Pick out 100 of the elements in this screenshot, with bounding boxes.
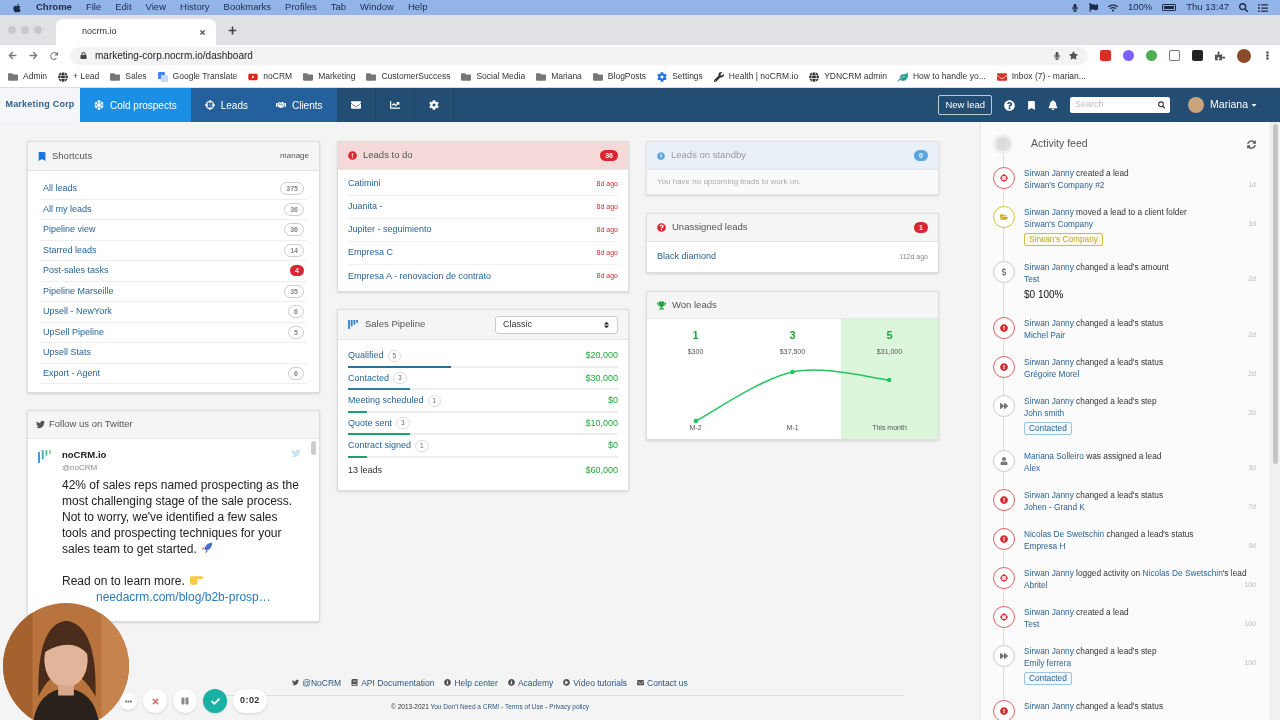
account-name[interactable]: noCRM.io <box>62 448 107 463</box>
pause-button[interactable] <box>173 689 197 713</box>
account-handle[interactable]: @noCRM <box>62 462 98 475</box>
view-select[interactable]: Classic <box>495 315 618 334</box>
user-link[interactable]: Sirwan Janny <box>1024 396 1074 406</box>
shortcut-link[interactable]: All leads <box>43 182 78 196</box>
user-link[interactable]: Mariana Solleiro <box>1024 451 1084 461</box>
nav-tab[interactable]: Leads <box>190 88 262 122</box>
lead-link[interactable]: Empresa H <box>1024 540 1066 552</box>
bookmark[interactable]: CustomerSuccess <box>366 70 451 83</box>
lead-link[interactable]: Empresa A - renovacion de contrato <box>348 269 492 284</box>
lead-link[interactable]: Abritel <box>1024 579 1048 591</box>
lead-link[interactable]: Michel Pair <box>1024 329 1066 341</box>
menu-item[interactable]: History <box>180 0 210 15</box>
menu-item[interactable]: View <box>145 0 166 15</box>
search-field[interactable]: Search <box>1075 98 1158 112</box>
address-bar[interactable]: marketing-corp.nocrm.io/dashboard <box>70 46 1088 65</box>
footer-link[interactable]: @NoCRM <box>292 676 342 690</box>
menu-item[interactable]: Chrome <box>36 0 72 15</box>
user-avatar[interactable] <box>1188 97 1205 113</box>
bookmark[interactable]: Admin <box>8 70 48 83</box>
user-link[interactable]: Nicolas De Swetschin <box>1142 568 1223 578</box>
cancel-button[interactable] <box>143 689 167 713</box>
bookmark[interactable]: Google Translate <box>157 70 238 83</box>
lead-link[interactable]: John smith <box>1024 407 1065 419</box>
bookmark[interactable]: Social Media <box>461 70 526 83</box>
menu-item[interactable]: Tab <box>330 0 347 15</box>
user-link[interactable]: Nicolas De Swetschin <box>1024 529 1105 539</box>
shortcut-link[interactable]: Post-sales tasks <box>43 264 109 278</box>
bookmark[interactable]: How to handle yo... <box>897 70 986 83</box>
user-link[interactable]: Sirwan Janny <box>1024 646 1074 656</box>
profile-avatar[interactable] <box>1237 48 1251 63</box>
menu-item[interactable]: Window <box>360 0 394 15</box>
status-tag[interactable]: Contacted <box>1024 422 1072 435</box>
bookmark[interactable]: Mariana <box>536 70 582 83</box>
footer-link[interactable]: API Documentation <box>351 676 435 690</box>
footer-link[interactable]: Academy <box>507 676 554 690</box>
footer-link[interactable]: Video tutorials <box>563 676 628 690</box>
bookmark[interactable]: Settings <box>657 70 703 83</box>
user-link[interactable]: Sirwan Janny <box>1024 318 1074 328</box>
extension-icon[interactable] <box>1123 50 1134 61</box>
shortcut-link[interactable]: Upsell - NewYork <box>43 305 112 319</box>
shortcut-link[interactable]: All my leads <box>43 202 92 216</box>
lead-link[interactable]: Catimini <box>348 177 381 191</box>
shortcut-link[interactable]: Pipeline Marseille <box>43 284 114 298</box>
lead-link[interactable]: Sirwan's Company #2 <box>1024 179 1105 191</box>
browser-tab[interactable]: nocrm.io <box>56 19 216 45</box>
stage-link[interactable]: Contract signed <box>348 439 412 453</box>
done-button[interactable] <box>203 689 227 713</box>
bookmark[interactable]: noCRM <box>248 70 293 83</box>
user-link[interactable]: Sirwan Janny <box>1024 701 1074 711</box>
lead-link[interactable]: Test <box>1024 273 1040 285</box>
nav-tab[interactable]: Clients <box>261 88 337 122</box>
user-link[interactable]: Sirwan Janny <box>1024 607 1074 617</box>
status-tag[interactable]: Contacted <box>1024 672 1072 685</box>
lead-link[interactable]: Black diamond <box>657 250 717 264</box>
lead-link[interactable]: Empresa C <box>348 246 393 260</box>
lead-link[interactable]: Emily ferrera <box>1024 657 1072 669</box>
shortcut-link[interactable]: Export - Agent <box>43 366 101 380</box>
lead-link[interactable]: Jupiter - seguimiento <box>348 223 432 237</box>
scrollbar[interactable] <box>1270 122 1280 720</box>
user-link[interactable]: Sirwan Janny <box>1024 568 1074 578</box>
extension-icon[interactable] <box>1169 50 1180 61</box>
search-box[interactable]: Search <box>1070 97 1171 113</box>
shortcut-link[interactable]: Upsell Stats <box>43 346 92 360</box>
bookmark[interactable]: Inbox (7) - marian... <box>996 70 1086 83</box>
lead-link[interactable]: Grégoire Morel <box>1024 368 1080 380</box>
menu-item[interactable]: Help <box>407 0 428 15</box>
user-link[interactable]: Sirwan Janny <box>1024 262 1074 272</box>
extension-icon[interactable] <box>1192 50 1203 61</box>
brand-name[interactable]: Marketing Corp <box>0 88 80 122</box>
new-lead-button[interactable]: New lead <box>938 94 993 116</box>
tweet-link[interactable]: needacrm.com/blog/b2b-prosp… <box>96 589 271 606</box>
lead-link[interactable]: Johen - Grand K <box>1024 501 1085 513</box>
bookmark[interactable]: BlogPosts <box>592 70 647 83</box>
stage-link[interactable]: Qualified <box>348 349 384 363</box>
user-menu[interactable]: Mariana <box>1210 97 1258 113</box>
stage-link[interactable]: Contacted <box>348 371 390 385</box>
lead-link[interactable]: Alex <box>1024 462 1041 474</box>
lead-link[interactable]: Sirwan's Company <box>1024 218 1093 230</box>
menu-item[interactable]: File <box>85 0 102 15</box>
bookmark[interactable]: YDNCRM admin <box>809 70 887 83</box>
shortcut-link[interactable]: UpSell Pipeline <box>43 325 105 339</box>
bookmark[interactable]: + Lead <box>58 70 100 83</box>
bookmark[interactable]: Marketing <box>303 70 356 83</box>
bookmark[interactable]: Health | noCRM.io <box>713 70 799 83</box>
bookmark[interactable]: Sales <box>110 70 147 83</box>
user-link[interactable]: Sirwan Janny <box>1024 168 1074 178</box>
scrollbar[interactable] <box>311 441 316 455</box>
shortcut-link[interactable]: Pipeline view <box>43 223 96 237</box>
lead-link[interactable]: Juanita - <box>348 200 383 214</box>
user-link[interactable]: Sirwan Janny <box>1024 207 1074 217</box>
stage-link[interactable]: Quote sent <box>348 416 393 430</box>
footer-link[interactable]: Contact us <box>637 676 688 690</box>
lead-link[interactable]: Test <box>1024 618 1040 630</box>
shortcut-link[interactable]: Starred leads <box>43 243 97 257</box>
menu-item[interactable]: Edit <box>115 0 132 15</box>
user-link[interactable]: Sirwan Janny <box>1024 357 1074 367</box>
more-button[interactable] <box>120 692 137 710</box>
user-link[interactable]: Sirwan Janny <box>1024 490 1074 500</box>
